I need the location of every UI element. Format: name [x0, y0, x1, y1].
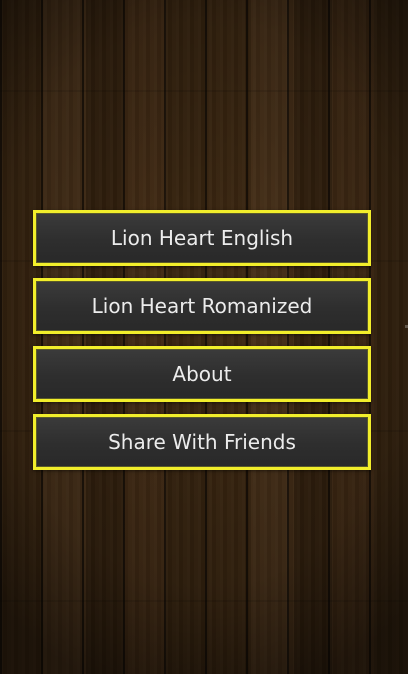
app-screen: Lion Heart English Lion Heart Romanized … [0, 0, 408, 674]
lion-heart-english-button[interactable]: Lion Heart English [33, 210, 371, 266]
about-button[interactable]: About [33, 346, 371, 402]
main-menu: Lion Heart English Lion Heart Romanized … [33, 210, 371, 470]
lion-heart-romanized-button[interactable]: Lion Heart Romanized [33, 278, 371, 334]
share-with-friends-button[interactable]: Share With Friends [33, 414, 371, 470]
